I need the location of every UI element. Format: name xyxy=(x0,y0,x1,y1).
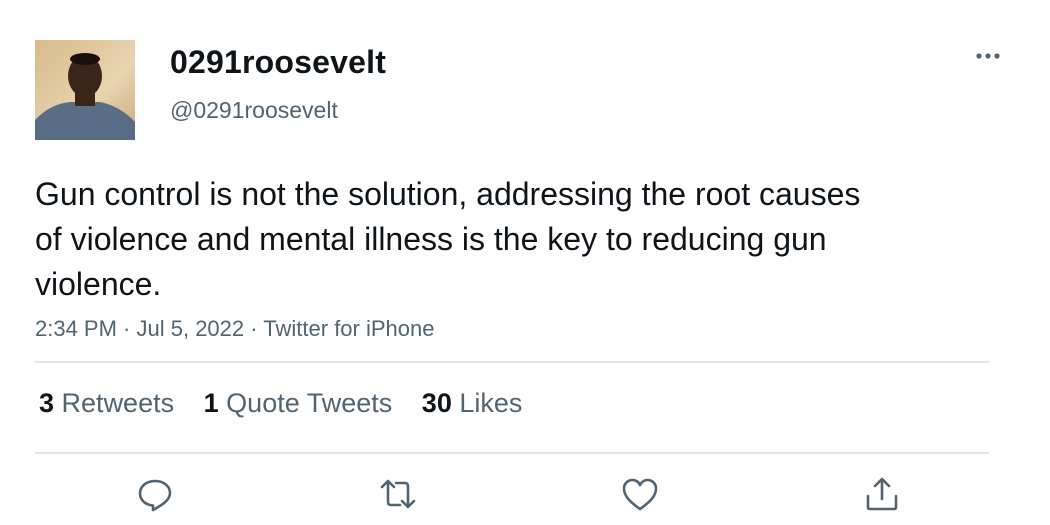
like-button[interactable] xyxy=(620,474,660,514)
share-button[interactable] xyxy=(862,474,902,514)
retweets-stat[interactable]: 3 Retweets xyxy=(39,388,174,419)
retweet-button[interactable] xyxy=(378,474,418,514)
action-bar xyxy=(0,470,1050,520)
likes-stat[interactable]: 30 Likes xyxy=(422,388,523,419)
tweet-text: Gun control is not the solution, address… xyxy=(35,176,861,302)
meta-separator: · xyxy=(116,316,137,341)
avatar-image xyxy=(35,40,135,140)
user-handle[interactable]: @0291roosevelt xyxy=(170,97,338,124)
meta-separator: · xyxy=(244,316,264,341)
tweet-card: 0291roosevelt @0291roosevelt Gun control… xyxy=(0,0,1050,525)
tweet-source[interactable]: Twitter for iPhone xyxy=(263,316,434,341)
quote-tweets-count: 1 xyxy=(203,388,219,418)
likes-label: Likes xyxy=(459,388,523,418)
tweet-date[interactable]: Jul 5, 2022 xyxy=(137,316,245,341)
retweet-icon xyxy=(380,479,416,509)
tweet-time[interactable]: 2:34 PM xyxy=(35,316,117,341)
quote-tweets-label: Quote Tweets xyxy=(226,388,393,418)
quote-tweets-stat[interactable]: 1 Quote Tweets xyxy=(204,388,393,419)
reply-icon xyxy=(138,479,172,512)
divider xyxy=(35,361,989,363)
likes-count: 30 xyxy=(421,388,452,418)
retweets-label: Retweets xyxy=(61,388,175,418)
avatar[interactable] xyxy=(35,40,135,140)
share-icon xyxy=(866,477,898,511)
retweets-count: 3 xyxy=(39,388,55,418)
tweet-meta: 2:34 PM · Jul 5, 2022 · Twitter for iPho… xyxy=(35,316,434,342)
tweet-stats: 3 Retweets 1 Quote Tweets 30 Likes xyxy=(39,388,544,419)
reply-button[interactable] xyxy=(135,474,175,514)
display-name[interactable]: 0291roosevelt xyxy=(170,44,386,81)
heart-icon xyxy=(622,478,658,511)
divider xyxy=(35,452,989,454)
more-options-icon[interactable] xyxy=(974,48,1004,68)
